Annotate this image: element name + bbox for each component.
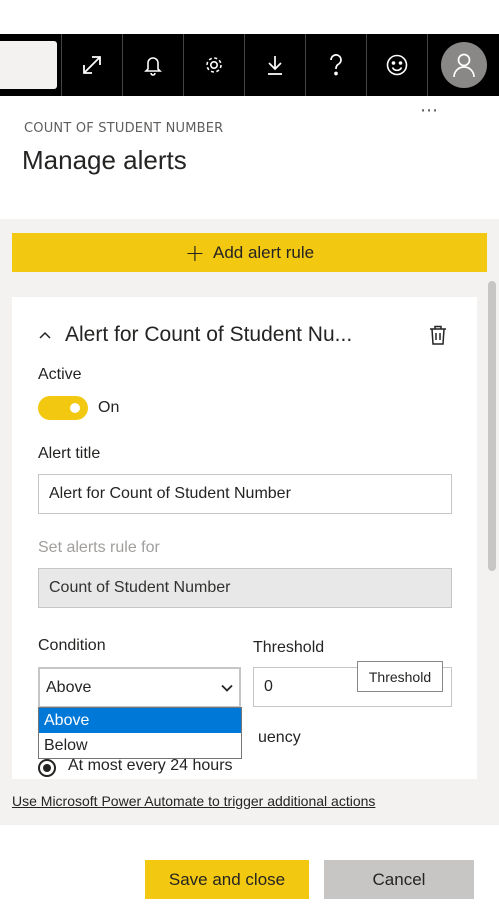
set-rule-field: Count of Student Number	[38, 568, 452, 608]
condition-value: Above	[46, 678, 92, 696]
alert-title-label: Alert title	[38, 445, 101, 462]
cancel-button[interactable]: Cancel	[324, 860, 474, 899]
alert-rule-title: Alert for Count of Student Nu...	[65, 323, 353, 346]
visual-subtitle: COUNT OF STUDENT NUMBER	[24, 121, 224, 136]
condition-label: Condition	[38, 637, 106, 654]
power-automate-link[interactable]: Use Microsoft Power Automate to trigger …	[12, 793, 375, 809]
trash-icon[interactable]	[429, 325, 447, 345]
top-nav-bar	[0, 34, 499, 96]
scrollbar[interactable]	[488, 281, 496, 571]
chevron-down-icon	[221, 684, 233, 692]
search-box[interactable]	[0, 41, 57, 89]
threshold-label: Threshold	[253, 639, 325, 656]
threshold-tooltip: Threshold	[357, 661, 443, 692]
dropdown-option-above[interactable]: Above	[39, 708, 241, 733]
condition-dropdown-list: Above Below	[38, 707, 242, 759]
condition-select[interactable]: Above	[38, 667, 241, 708]
alert-rule-header: Alert for Count of Student Nu...	[38, 323, 352, 347]
alert-title-input[interactable]: Alert for Count of Student Number	[38, 474, 452, 514]
gear-icon[interactable]	[183, 34, 244, 96]
help-icon[interactable]	[305, 34, 366, 96]
active-toggle-state: On	[98, 399, 120, 416]
avatar[interactable]	[440, 42, 487, 88]
add-alert-rule-button[interactable]: + Add alert rule	[12, 233, 487, 272]
download-icon[interactable]	[244, 34, 305, 96]
smiley-icon[interactable]	[366, 34, 427, 96]
page-title: Manage alerts	[22, 145, 187, 175]
active-toggle[interactable]	[38, 396, 88, 420]
dropdown-option-below[interactable]: Below	[39, 733, 241, 758]
frequency-radio[interactable]	[38, 759, 56, 777]
bell-icon[interactable]	[122, 34, 183, 96]
active-label: Active	[38, 366, 82, 383]
save-and-close-button[interactable]: Save and close	[145, 860, 309, 899]
chevron-up-icon[interactable]	[38, 328, 52, 342]
add-alert-rule-label: Add alert rule	[212, 242, 315, 262]
expand-icon[interactable]	[61, 34, 122, 96]
plus-icon: +	[184, 238, 205, 267]
more-options-icon[interactable]: ⋯	[420, 100, 439, 121]
account-area	[427, 34, 499, 96]
set-rule-label: Set alerts rule for	[38, 539, 160, 556]
frequency-label: uency	[258, 729, 301, 746]
frequency-option-label: At most every 24 hours	[68, 757, 233, 774]
